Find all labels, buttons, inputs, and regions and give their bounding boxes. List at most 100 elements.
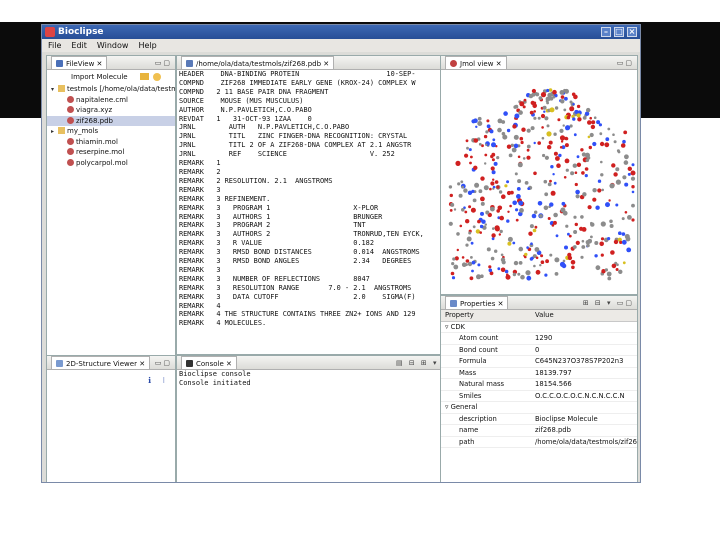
atom	[572, 103, 575, 106]
pane-controls[interactable]: ▭▢	[617, 56, 634, 70]
atom	[491, 152, 496, 157]
atom	[549, 107, 555, 113]
property-row[interactable]: Natural mass 18154.566	[441, 378, 637, 391]
tree-item[interactable]: thiamin.mol	[47, 137, 175, 148]
tab-jmol-view[interactable]: Jmol view ✕	[445, 56, 507, 69]
atom	[565, 224, 569, 228]
property-row[interactable]: path/home/ola/data/testmols/zif26	[441, 436, 637, 448]
atom	[453, 264, 459, 270]
molecule-file-icon	[67, 158, 74, 166]
atom	[472, 198, 477, 203]
atom	[479, 231, 482, 234]
property-column-header[interactable]: Property	[441, 310, 531, 322]
atom	[621, 232, 626, 236]
atom	[540, 92, 547, 98]
pdb-text-editor[interactable]: HEADER DNA-BINDING PROTEIN 10-SEP- COMPND…	[177, 70, 463, 328]
atom	[497, 205, 503, 211]
property-row[interactable]: Formula C645N237O378S7P202n3	[441, 355, 637, 368]
atom	[547, 145, 552, 150]
atom	[573, 94, 578, 100]
atom	[501, 194, 506, 199]
atom	[473, 165, 478, 170]
tree-item-label: testmols [/home/ola/data/testmols]	[67, 85, 175, 93]
menu-help[interactable]: Help	[138, 39, 156, 52]
atom	[623, 130, 628, 135]
molecule-file-icon	[67, 137, 74, 145]
property-row[interactable]: Bond count 0	[441, 344, 637, 356]
atom	[542, 153, 546, 158]
pane-controls[interactable]: ▭▢	[155, 56, 172, 70]
atom	[624, 211, 628, 214]
minimize-icon[interactable]: –	[601, 27, 611, 37]
pane-controls[interactable]: ▭▢	[155, 356, 172, 370]
tree-item[interactable]: ▸ my_mols	[47, 126, 175, 137]
atom	[627, 215, 632, 220]
property-category-row[interactable]: ▿ CDK	[441, 321, 637, 333]
tab-properties[interactable]: Properties ✕	[445, 296, 509, 309]
property-key: description	[441, 413, 531, 425]
property-row[interactable]: description Bioclipse Molecule	[441, 413, 637, 425]
menu-window[interactable]: Window	[97, 39, 129, 52]
atom	[544, 273, 548, 277]
tab-zif268-pdb[interactable]: /home/ola/data/testmols/zif268.pdb ✕	[181, 56, 335, 69]
atom	[575, 189, 580, 195]
atom	[529, 257, 534, 261]
tree-item[interactable]: reserpine.mol	[47, 147, 175, 158]
menu-file[interactable]: File	[48, 39, 61, 52]
property-category-label[interactable]: ▿ CDK	[441, 321, 637, 333]
editor-line: REMARK 3 AUTHORS 1 BRUNGER	[179, 212, 383, 221]
atom	[478, 142, 482, 146]
tree-item[interactable]: polycarpol.mol	[47, 158, 175, 169]
menu-edit[interactable]: Edit	[71, 39, 87, 52]
open-folder-icon[interactable]	[140, 73, 149, 80]
molecule-3d-view[interactable]	[441, 70, 637, 292]
atom	[599, 132, 603, 136]
atom	[514, 113, 520, 119]
settings-icon[interactable]: ⁝	[162, 376, 165, 385]
atom	[615, 268, 619, 271]
property-row[interactable]: Atom count 1290	[441, 332, 637, 345]
atom	[519, 136, 524, 141]
jmol-tab-bar: Jmol view ✕ ▭▢	[441, 56, 637, 70]
atom	[494, 249, 498, 253]
tree-item[interactable]: zif268.pdb	[47, 115, 175, 126]
atom	[469, 161, 472, 165]
property-row[interactable]: Smiles O.C.C.O.C.O.C.N.C.N.C.C.N	[441, 390, 637, 402]
info-icon[interactable]: ℹ	[148, 376, 151, 385]
property-row[interactable]: name zif268.pdb	[441, 424, 637, 437]
atom	[535, 269, 541, 275]
atom	[615, 167, 620, 172]
atom	[621, 239, 627, 245]
tab-fileview[interactable]: FileView ✕	[51, 56, 108, 69]
atom	[492, 185, 496, 189]
atom	[550, 190, 556, 196]
properties-toolbar-icons[interactable]: ⊞ ⊟ ▾ ▭▢	[583, 296, 634, 310]
atom	[526, 246, 529, 249]
atom	[512, 200, 517, 206]
atom	[559, 135, 566, 141]
tree-item[interactable]: napitalene.cml	[47, 95, 175, 106]
tab-2d-structure-viewer[interactable]: 2D-Structure Viewer ✕	[51, 356, 151, 369]
property-category-label[interactable]: ▿ General	[441, 401, 637, 414]
tab-console[interactable]: Console ✕	[181, 356, 237, 369]
atom	[557, 118, 561, 122]
atom	[500, 253, 504, 257]
atom	[534, 225, 538, 229]
tree-item[interactable]: viagra.xyz	[47, 105, 175, 116]
import-molecule-button[interactable]: Import Molecule	[71, 73, 128, 81]
property-row[interactable]: Mass 18139.797	[441, 367, 637, 379]
tree-item[interactable]: ▾testmols [/home/ola/data/testmols]	[47, 84, 175, 95]
atom	[563, 108, 567, 112]
editor-pane: /home/ola/data/testmols/zif268.pdb ✕ ▭▢ …	[176, 55, 464, 355]
atom	[575, 194, 580, 199]
refresh-icon[interactable]	[153, 73, 161, 81]
atom	[524, 181, 529, 185]
atom	[473, 138, 479, 143]
atom	[450, 271, 455, 276]
maximize-icon[interactable]: □	[614, 27, 624, 37]
atom	[597, 179, 602, 183]
property-category-row[interactable]: ▿ General	[441, 401, 637, 414]
value-column-header[interactable]: Value	[531, 310, 637, 322]
close-icon[interactable]: ×	[627, 27, 637, 37]
atom	[460, 180, 464, 184]
